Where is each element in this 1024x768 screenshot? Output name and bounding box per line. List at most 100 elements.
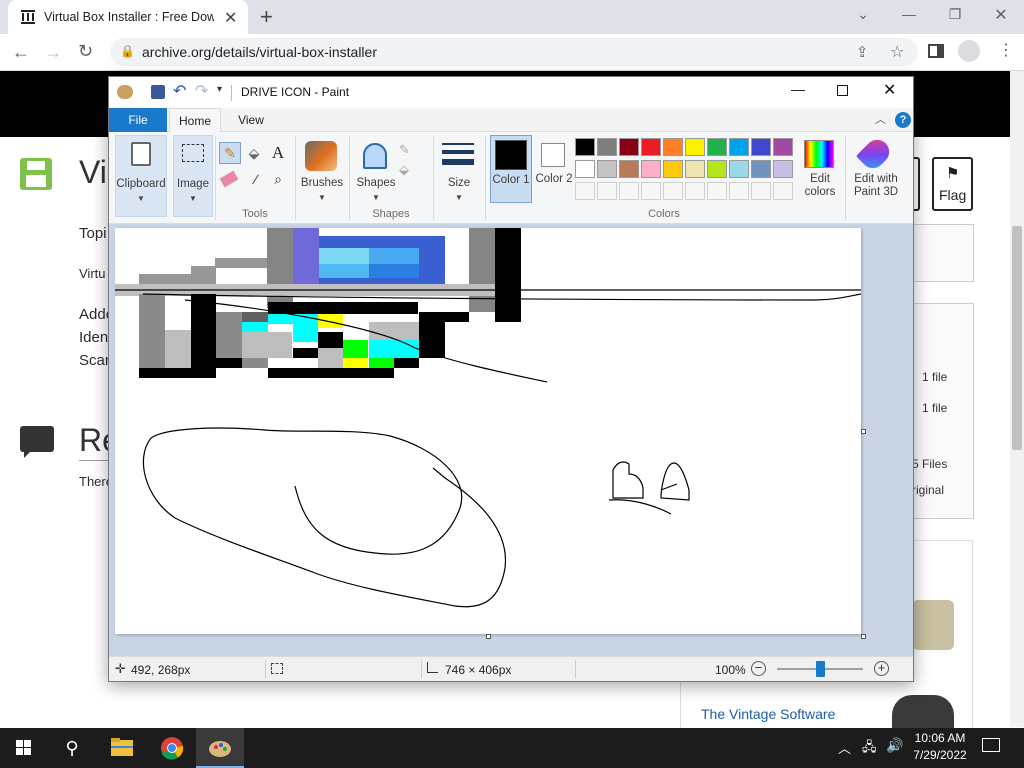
custom-color-slot[interactable] bbox=[729, 182, 749, 200]
page-scrollbar-thumb[interactable] bbox=[1012, 226, 1022, 450]
custom-color-slot[interactable] bbox=[663, 182, 683, 200]
palette-swatch[interactable] bbox=[619, 138, 639, 156]
notifications-icon[interactable] bbox=[982, 738, 1000, 752]
canvas-resize-handle[interactable] bbox=[861, 429, 866, 434]
help-icon[interactable]: ? bbox=[895, 112, 911, 128]
palette-swatch[interactable] bbox=[751, 160, 771, 178]
chrome-icon[interactable] bbox=[148, 728, 196, 768]
fill-tool-icon[interactable]: ⬙ bbox=[243, 142, 265, 164]
collapse-ribbon-icon[interactable]: ︿ bbox=[875, 111, 886, 127]
palette-swatch[interactable] bbox=[663, 138, 683, 156]
palette-swatch[interactable] bbox=[707, 138, 727, 156]
palette-swatch[interactable] bbox=[773, 138, 793, 156]
search-icon[interactable]: ⚲ bbox=[48, 728, 96, 768]
side-panel-icon[interactable] bbox=[928, 44, 944, 58]
palette-swatch[interactable] bbox=[575, 138, 595, 156]
brushes-button[interactable]: Brushes ▼ bbox=[299, 135, 345, 217]
clock-date[interactable]: 7/29/2022 bbox=[912, 748, 968, 762]
tab-home[interactable]: Home bbox=[169, 108, 221, 133]
canvas-resize-handle[interactable] bbox=[861, 634, 866, 639]
clock-time[interactable]: 10:06 AM bbox=[912, 731, 968, 745]
edit-paint3d-button[interactable]: Edit with Paint 3D bbox=[847, 134, 905, 205]
shapes-button[interactable]: Shapes ▼ bbox=[353, 135, 399, 217]
quick-save-icon[interactable] bbox=[151, 85, 165, 99]
file-explorer-icon[interactable] bbox=[98, 728, 146, 768]
close-browser-icon[interactable]: ✕ bbox=[986, 5, 1016, 25]
bookmark-star-icon[interactable]: ☆ bbox=[890, 42, 904, 62]
palette-swatch[interactable] bbox=[729, 160, 749, 178]
start-windows-icon[interactable] bbox=[0, 728, 48, 768]
address-bar[interactable]: 🔒 archive.org/details/virtual-box-instal… bbox=[110, 38, 918, 66]
minimize-browser-icon[interactable]: — bbox=[894, 6, 924, 22]
download-file-count[interactable]: 1 file bbox=[922, 370, 947, 384]
text-tool-icon[interactable]: A bbox=[267, 142, 289, 164]
color-picker-icon[interactable]: ⁄ bbox=[245, 168, 267, 190]
image-button[interactable]: Image ▼ bbox=[173, 135, 213, 217]
tab-search-icon[interactable]: ⌄ bbox=[848, 6, 878, 23]
palette-swatch[interactable] bbox=[685, 138, 705, 156]
related-thumbnail-1[interactable] bbox=[912, 600, 954, 650]
new-tab-button[interactable]: + bbox=[260, 4, 273, 30]
palette-swatch[interactable] bbox=[707, 160, 727, 178]
customize-toolbar-icon[interactable]: ▾ bbox=[217, 84, 222, 95]
custom-color-slot[interactable] bbox=[641, 182, 661, 200]
reload-icon[interactable]: ↻ bbox=[78, 41, 93, 62]
redo-icon[interactable]: ↷ bbox=[195, 81, 208, 101]
eraser-tool-icon[interactable] bbox=[219, 170, 239, 188]
pencil-tool-icon[interactable]: ✎ bbox=[219, 142, 241, 164]
volume-icon[interactable]: 🔊 bbox=[886, 737, 903, 754]
palette-swatch[interactable] bbox=[751, 138, 771, 156]
palette-swatch[interactable] bbox=[575, 160, 595, 178]
drawing-canvas[interactable] bbox=[115, 228, 862, 634]
chrome-menu-icon[interactable]: ⋮ bbox=[998, 40, 1014, 60]
tab-file[interactable]: File bbox=[109, 108, 167, 132]
palette-swatch[interactable] bbox=[685, 160, 705, 178]
magnifier-icon[interactable]: ⌕ bbox=[267, 168, 289, 190]
network-icon[interactable]: 🖧 bbox=[862, 738, 877, 760]
color2-button[interactable]: Color 2 bbox=[535, 135, 575, 203]
custom-color-slot[interactable] bbox=[575, 182, 595, 200]
palette-swatch[interactable] bbox=[597, 160, 617, 178]
palette-swatch[interactable] bbox=[597, 138, 617, 156]
palette-swatch[interactable] bbox=[663, 160, 683, 178]
flag-button[interactable]: ⚑ Flag bbox=[932, 157, 973, 211]
undo-icon[interactable]: ↶ bbox=[173, 81, 186, 101]
download-file-count[interactable]: 1 file bbox=[922, 401, 947, 415]
custom-color-slot[interactable] bbox=[773, 182, 793, 200]
size-button[interactable]: Size ▼ bbox=[437, 135, 481, 217]
related-item-link[interactable]: The Vintage Software bbox=[701, 706, 835, 722]
zoom-slider-thumb[interactable] bbox=[816, 661, 825, 677]
color1-button[interactable]: Color 1 bbox=[490, 135, 532, 203]
paint-maximize-icon[interactable] bbox=[837, 85, 848, 96]
custom-color-slot[interactable] bbox=[619, 182, 639, 200]
paint-close-icon[interactable]: ✕ bbox=[883, 80, 896, 100]
original-files-link[interactable]: riginal bbox=[912, 483, 944, 497]
outline-icon[interactable]: ✎ bbox=[399, 142, 410, 158]
back-icon[interactable]: ← bbox=[12, 42, 30, 63]
forward-icon[interactable]: → bbox=[44, 42, 62, 63]
show-all-files[interactable]: 5 Files bbox=[912, 457, 947, 471]
zoom-in-icon[interactable]: + bbox=[874, 661, 889, 676]
paint-minimize-icon[interactable]: — bbox=[791, 81, 805, 97]
browser-tab[interactable]: Virtual Box Installer : Free Downlo ✕ bbox=[8, 0, 248, 34]
clipboard-button[interactable]: Clipboard ▼ bbox=[115, 135, 167, 217]
custom-color-slot[interactable] bbox=[751, 182, 771, 200]
show-hidden-icons[interactable]: ︿ bbox=[838, 738, 851, 757]
palette-swatch[interactable] bbox=[729, 138, 749, 156]
palette-swatch[interactable] bbox=[641, 160, 661, 178]
palette-swatch[interactable] bbox=[619, 160, 639, 178]
custom-color-slot[interactable] bbox=[707, 182, 727, 200]
custom-color-slot[interactable] bbox=[685, 182, 705, 200]
restore-browser-icon[interactable]: ❐ bbox=[940, 6, 970, 23]
palette-swatch[interactable] bbox=[773, 160, 793, 178]
paint-taskbar-icon[interactable] bbox=[196, 728, 244, 768]
zoom-out-icon[interactable]: − bbox=[751, 661, 766, 676]
fill-icon[interactable]: ⬙ bbox=[399, 162, 409, 178]
share-icon[interactable]: ⇪ bbox=[856, 43, 869, 61]
tab-close-icon[interactable]: ✕ bbox=[224, 8, 237, 28]
canvas-resize-handle[interactable] bbox=[486, 634, 491, 639]
edit-colors-button[interactable]: Edit colors bbox=[797, 135, 843, 205]
related-thumbnail-2[interactable] bbox=[892, 695, 954, 729]
profile-avatar-icon[interactable] bbox=[958, 40, 980, 62]
palette-swatch[interactable] bbox=[641, 138, 661, 156]
